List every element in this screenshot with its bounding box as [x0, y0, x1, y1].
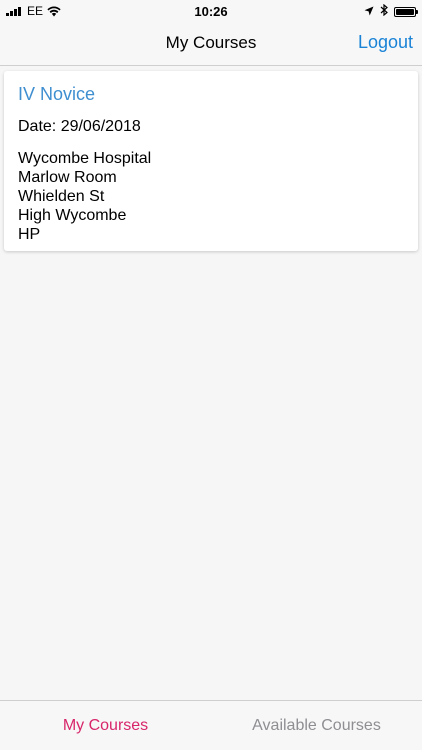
- address-line: High Wycombe: [18, 207, 127, 224]
- status-right: [364, 3, 418, 19]
- address-line: Marlow Room: [18, 169, 117, 186]
- course-date: Date: 29/06/2018: [18, 118, 141, 135]
- course-card[interactable]: IV Novice Date: 29/06/2018 Wycombe Hospi…: [4, 71, 418, 251]
- tab-my-courses[interactable]: My Courses: [0, 701, 211, 750]
- course-list: IV Novice Date: 29/06/2018 Wycombe Hospi…: [0, 66, 422, 700]
- navigation-bar: My Courses Logout: [0, 22, 422, 66]
- address-line: Whielden St: [18, 188, 105, 205]
- app-screen: EE 10:26 My Courses Logout IV Novice Dat…: [0, 0, 422, 750]
- status-time: 10:26: [194, 4, 228, 19]
- course-title: IV Novice: [18, 84, 96, 104]
- location-icon: [364, 5, 374, 19]
- tab-available-courses[interactable]: Available Courses: [211, 701, 422, 750]
- bluetooth-icon: [380, 3, 388, 19]
- course-address: Wycombe Hospital Marlow Room Whielden St…: [18, 149, 404, 244]
- logout-button[interactable]: Logout: [358, 32, 413, 53]
- status-bar: EE 10:26: [0, 0, 422, 22]
- address-line: Wycombe Hospital: [18, 150, 152, 167]
- battery-icon: [394, 6, 418, 17]
- tab-bar: My Courses Available Courses: [0, 700, 422, 750]
- address-line: HP: [18, 226, 41, 243]
